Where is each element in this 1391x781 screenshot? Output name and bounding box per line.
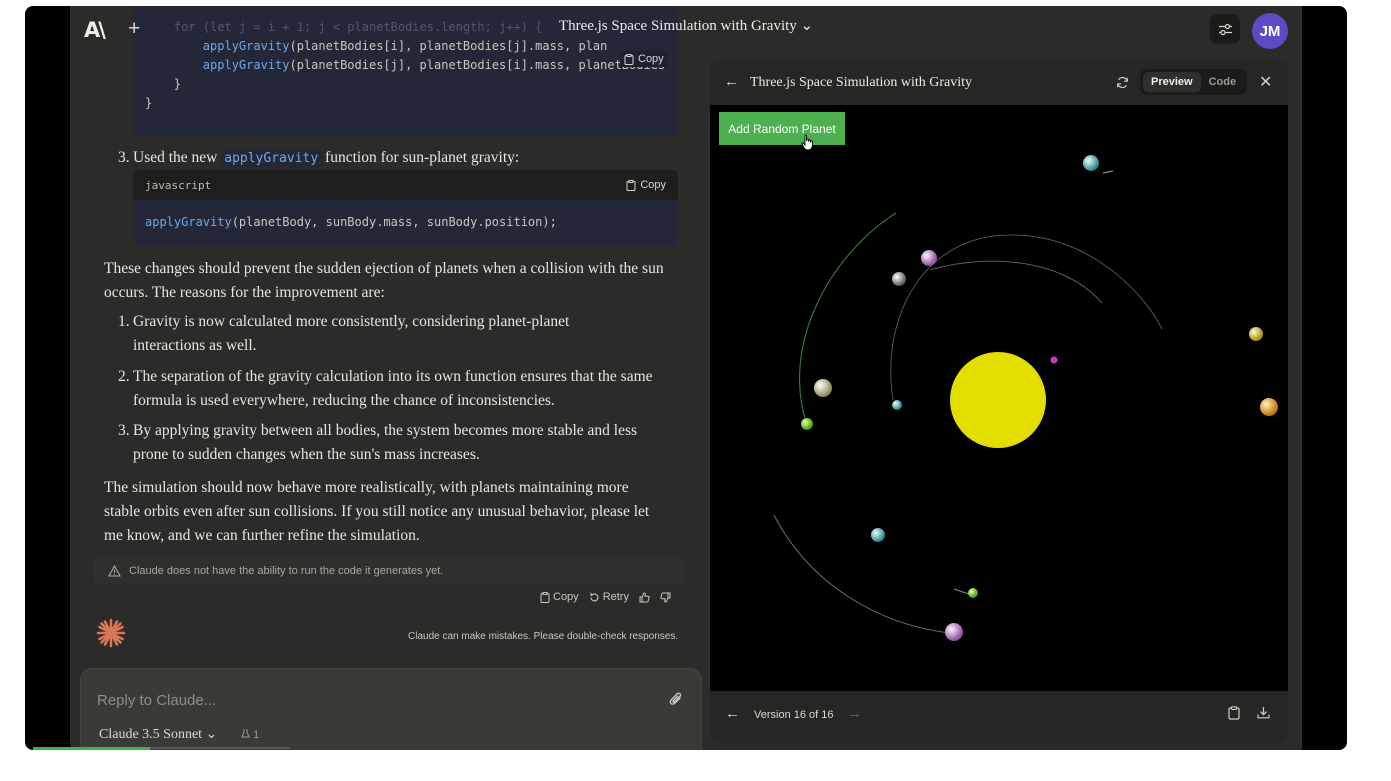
code-line: } <box>145 77 182 91</box>
video-progress-track[interactable] <box>150 747 290 749</box>
planet <box>1260 398 1278 416</box>
clipboard-icon <box>624 53 634 65</box>
artifact-footer: ← Version 16 of 16 → <box>710 691 1288 743</box>
planet <box>1083 155 1099 171</box>
simulation-canvas[interactable]: Add Random Planet <box>710 105 1288 691</box>
tab-code[interactable]: Code <box>1201 72 1245 92</box>
step-text: function for sun-planet gravity: <box>321 149 520 166</box>
retry-button[interactable]: Retry <box>589 591 629 603</box>
list-text: Gravity is now calculated more consisten… <box>133 313 570 354</box>
thumbs-down-icon <box>660 592 671 603</box>
list-text: By applying gravity between all bodies, … <box>133 422 638 463</box>
copy-code-button[interactable]: Copy <box>620 51 668 67</box>
planet <box>1050 356 1058 364</box>
code-line: } <box>145 96 153 110</box>
claude-spark-icon <box>96 618 126 648</box>
code-language: javascript <box>145 178 212 192</box>
orbit-trail <box>1102 170 1114 174</box>
code-args: (planetBodies[j], planetBodies[i].mass, … <box>289 58 666 72</box>
list-number: 3. <box>118 149 130 166</box>
reply-composer: Claude 3.5 Sonnet ⌄ 1 <box>80 668 702 750</box>
back-arrow-icon[interactable]: ← <box>724 73 739 90</box>
warning-icon <box>108 565 121 577</box>
code-header: javascript Copy <box>133 170 678 200</box>
list-number: 1. <box>118 313 130 330</box>
code-block-sun-gravity: javascript Copy applyGravity(planetBody,… <box>133 170 678 246</box>
sun <box>950 352 1046 448</box>
retry-label: Retry <box>602 591 629 603</box>
planet <box>968 588 978 598</box>
download-icon[interactable] <box>1257 706 1270 719</box>
planet <box>921 250 937 266</box>
token-count-value: 1 <box>253 729 260 741</box>
planet <box>892 272 906 286</box>
top-bar: A\ + Three.js Space Simulation with Grav… <box>70 6 1302 49</box>
list-text: Used the new applyGravity function for s… <box>133 146 653 171</box>
list-text: The separation of the gravity calculatio… <box>133 368 653 409</box>
list-number: 3. <box>118 422 130 439</box>
clipboard-icon <box>540 591 550 603</box>
clipboard-icon <box>626 179 636 191</box>
video-progress-bar[interactable] <box>33 747 150 750</box>
clipboard-icon[interactable] <box>1228 706 1240 720</box>
view-toggle: Preview Code <box>1140 69 1247 95</box>
orbit-trail <box>799 212 897 426</box>
copy-code-button[interactable]: Copy <box>626 179 666 191</box>
settings-button[interactable] <box>1210 14 1240 44</box>
conversation-title[interactable]: Three.js Space Simulation with Gravity ⌄ <box>70 16 1302 35</box>
code-args: (planetBody, sunBody.mass, sunBody.posit… <box>231 215 557 229</box>
retry-icon <box>589 592 599 601</box>
model-selector[interactable]: Claude 3.5 Sonnet ⌄ <box>99 726 217 743</box>
token-count: 1 <box>241 728 259 741</box>
inline-code: applyGravity <box>221 150 322 167</box>
code-function: applyGravity <box>202 58 290 72</box>
code-function: applyGravity <box>145 215 232 229</box>
code-line: applyGravity(planetBody, sunBody.mass, s… <box>133 200 678 245</box>
copy-label: Copy <box>640 179 666 191</box>
paperclip-icon[interactable] <box>669 691 683 707</box>
planet <box>801 418 813 430</box>
copy-label: Copy <box>553 591 579 603</box>
code-execution-notice: Claude does not have the ability to run … <box>94 558 684 584</box>
version-indicator: Version 16 of 16 <box>754 709 834 721</box>
thumbs-up-icon <box>639 591 650 602</box>
list-number: 2. <box>118 368 130 385</box>
next-version-arrow-icon[interactable]: → <box>847 705 862 722</box>
space-scene <box>773 155 1278 641</box>
close-icon[interactable]: ✕ <box>1259 72 1272 92</box>
chat-column: for (let j = i + 1; j < planetBodies.len… <box>70 6 710 750</box>
planet <box>1249 327 1263 341</box>
refresh-icon[interactable] <box>1116 76 1129 89</box>
user-avatar[interactable]: JM <box>1252 13 1288 49</box>
response-paragraph: The simulation should now behave more re… <box>104 479 650 544</box>
hand-cursor-icon <box>801 134 813 151</box>
disclaimer-text: Claude can make mistakes. Please double-… <box>408 631 679 642</box>
code-line: applyGravity(planetBodies[j], planetBodi… <box>145 56 666 75</box>
planet <box>945 623 963 641</box>
artifact-panel: ← Three.js Space Simulation with Gravity… <box>710 61 1288 743</box>
flask-icon <box>241 729 250 738</box>
screen-frame: for (let j = i + 1; j < planetBodies.len… <box>25 6 1347 750</box>
planet <box>871 528 885 542</box>
tab-preview[interactable]: Preview <box>1143 72 1201 92</box>
claude-app: for (let j = i + 1; j < planetBodies.len… <box>70 6 1302 750</box>
planet <box>814 379 832 397</box>
response-paragraph: These changes should prevent the sudden … <box>104 260 664 301</box>
thumbs-down-button[interactable] <box>660 592 671 603</box>
orbit-trail <box>773 514 951 634</box>
orbit-trail <box>929 260 1103 304</box>
planet <box>892 400 902 410</box>
artifact-header: ← Three.js Space Simulation with Gravity… <box>710 61 1288 105</box>
artifact-title: Three.js Space Simulation with Gravity <box>750 75 973 90</box>
previous-version-arrow-icon[interactable]: ← <box>725 705 740 722</box>
copy-label: Copy <box>638 53 664 65</box>
copy-message-button[interactable]: Copy <box>540 591 579 603</box>
thumbs-up-button[interactable] <box>639 591 650 603</box>
step-text: Used the new <box>133 149 222 166</box>
message-actions: Copy Retry <box>540 591 671 603</box>
add-random-planet-button[interactable]: Add Random Planet <box>719 112 845 145</box>
reply-input[interactable] <box>97 692 657 709</box>
notice-text: Claude does not have the ability to run … <box>129 565 444 577</box>
sliders-icon <box>1218 23 1232 35</box>
